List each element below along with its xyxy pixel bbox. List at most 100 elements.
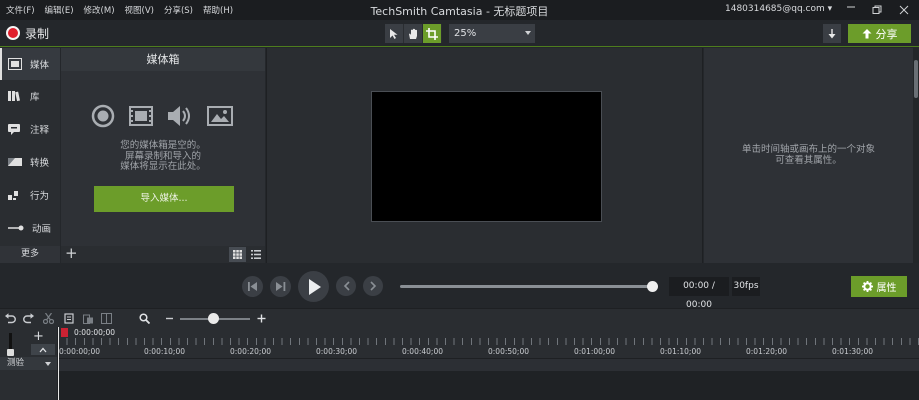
track-label-quiz[interactable]: 测验 xyxy=(0,357,57,370)
canvas-area xyxy=(266,48,703,263)
redo-icon[interactable] xyxy=(22,312,35,325)
preview-canvas[interactable] xyxy=(371,91,602,222)
track-height-handle[interactable] xyxy=(7,349,14,356)
track-area[interactable] xyxy=(58,359,919,400)
account-menu[interactable]: 1480314685@qq.com ▾ xyxy=(725,4,832,14)
audio-speaker-icon xyxy=(168,106,190,126)
play-icon[interactable] xyxy=(298,271,329,302)
next-marker-icon[interactable] xyxy=(363,276,383,296)
properties-button[interactable]: 属性 xyxy=(851,276,907,297)
menu-view[interactable]: 视图(V) xyxy=(125,4,154,16)
hint-line: 可查看其属性。 xyxy=(775,155,842,166)
hint-line: 单击时间轴或画布上的一个对象 xyxy=(741,144,875,155)
grid-view-icon[interactable] xyxy=(229,247,246,262)
cut-scissors-icon[interactable] xyxy=(42,312,55,325)
panel-title: 媒体箱 xyxy=(61,48,265,71)
track-height-slider[interactable] xyxy=(7,333,14,356)
restore-icon[interactable] xyxy=(864,0,890,20)
menu-help[interactable]: 帮助(H) xyxy=(203,4,233,16)
share-button[interactable]: 分享 xyxy=(848,24,911,43)
playhead-time: 0:00:00;00 xyxy=(74,328,115,337)
sidebar-item-annotations[interactable]: 注释 xyxy=(0,113,60,145)
close-icon[interactable] xyxy=(891,0,917,20)
menu-share[interactable]: 分享(S) xyxy=(164,4,193,16)
step-back-icon[interactable] xyxy=(242,276,263,297)
ruler-label: 0:00:30;00 xyxy=(316,347,357,356)
crop-icon[interactable] xyxy=(423,24,442,43)
playhead-marker[interactable] xyxy=(61,328,68,337)
media-bin-panel: 媒体箱 您的媒体箱是空的。 屏幕录制和导入的 媒体将显示在此处。 导入媒体...… xyxy=(61,48,265,263)
zoom-in-icon[interactable] xyxy=(255,312,268,325)
callout-icon xyxy=(8,124,20,135)
split-icon[interactable] xyxy=(100,312,113,325)
menu-modify[interactable]: 修改(M) xyxy=(84,4,115,16)
sidebar-item-label: 行为 xyxy=(30,191,50,202)
list-view-icon[interactable] xyxy=(249,247,263,262)
film-strip-icon xyxy=(8,58,22,70)
timeline-panel: + 测验 0:00:00;00 0:00:00;00 0:00:10;00 0:… xyxy=(0,327,919,400)
collapse-icon[interactable] xyxy=(31,344,55,355)
add-icon[interactable]: + xyxy=(65,246,78,261)
more-tools-button[interactable]: 更多 xyxy=(0,246,60,263)
properties-scrollbar[interactable] xyxy=(913,48,919,263)
animation-arrow-icon xyxy=(8,225,24,231)
ruler-label: 0:00:50;00 xyxy=(488,347,529,356)
select-arrow-icon[interactable] xyxy=(385,24,404,43)
record-circle-icon xyxy=(91,104,115,128)
ruler-ticks xyxy=(58,338,919,345)
menu-edit[interactable]: 编辑(E) xyxy=(45,4,74,16)
track-header-column: + 测验 xyxy=(0,327,58,400)
time-display: 00:00 / 00:00 xyxy=(669,277,729,310)
empty-message-line: 媒体将显示在此处。 xyxy=(120,161,206,172)
record-icon[interactable] xyxy=(6,26,20,40)
chevron-down-icon xyxy=(525,31,531,35)
sidebar-item-transitions[interactable]: 转换 xyxy=(0,146,60,178)
sidebar-item-media[interactable]: 媒体 xyxy=(0,48,60,80)
paste-icon[interactable] xyxy=(82,312,95,325)
ruler-label: 0:00:40;00 xyxy=(402,347,443,356)
add-track-icon[interactable]: + xyxy=(33,329,44,344)
share-label: 分享 xyxy=(875,27,898,41)
track-label-text: 测验 xyxy=(7,358,25,368)
sidebar-item-behaviors[interactable]: 行为 xyxy=(0,179,60,211)
sidebar-item-library[interactable]: 库 xyxy=(0,80,60,112)
zoom-dropdown[interactable]: 25% xyxy=(449,24,535,43)
film-icon xyxy=(129,106,153,126)
zoom-value: 25% xyxy=(454,28,477,39)
track-row-quiz[interactable] xyxy=(58,359,919,371)
minimize-icon[interactable] xyxy=(838,0,864,20)
empty-message-line: 您的媒体箱是空的。 xyxy=(120,140,206,151)
search-zoom-icon[interactable] xyxy=(138,312,151,325)
import-media-button[interactable]: 导入媒体... xyxy=(94,186,234,212)
previous-marker-icon[interactable] xyxy=(336,276,356,296)
library-books-icon xyxy=(8,91,20,102)
copy-icon[interactable] xyxy=(62,312,75,325)
media-type-icons xyxy=(91,104,233,128)
download-icon[interactable] xyxy=(823,24,841,43)
ruler-label: 0:00:00;00 xyxy=(59,347,100,356)
scrub-handle[interactable] xyxy=(647,281,658,292)
menu-bar: 文件(F) 编辑(E) 修改(M) 视图(V) 分享(S) 帮助(H) xyxy=(6,0,233,20)
ruler-label: 0:01:30;00 xyxy=(832,347,873,356)
sidebar-item-animations[interactable]: 动画 xyxy=(0,212,60,244)
step-forward-icon[interactable] xyxy=(270,276,291,297)
pan-hand-icon[interactable] xyxy=(404,24,423,43)
timeline-toolbar xyxy=(0,308,919,327)
scrollbar-thumb[interactable] xyxy=(914,60,918,98)
behavior-icon xyxy=(8,191,18,200)
menu-file[interactable]: 文件(F) xyxy=(6,4,35,16)
timeline-zoom-handle[interactable] xyxy=(208,313,219,324)
zoom-out-icon[interactable] xyxy=(163,312,176,325)
ruler-label: 0:00:10;00 xyxy=(144,347,185,356)
playhead-line[interactable] xyxy=(58,327,59,400)
sidebar-item-label: 媒体 xyxy=(30,60,50,71)
undo-icon[interactable] xyxy=(4,312,17,325)
main-toolbar: 录制 25% 分享 xyxy=(0,20,919,47)
sidebar-item-label: 动画 xyxy=(32,224,52,235)
ruler-label: 0:01:20;00 xyxy=(746,347,787,356)
record-button[interactable]: 录制 xyxy=(25,25,49,42)
sidebar-item-label: 转换 xyxy=(30,158,50,169)
time-ruler[interactable]: 0:00:00;00 0:00:00;00 0:00:10;00 0:00:20… xyxy=(58,327,919,359)
scrub-bar[interactable] xyxy=(400,285,653,288)
image-icon xyxy=(207,106,233,126)
